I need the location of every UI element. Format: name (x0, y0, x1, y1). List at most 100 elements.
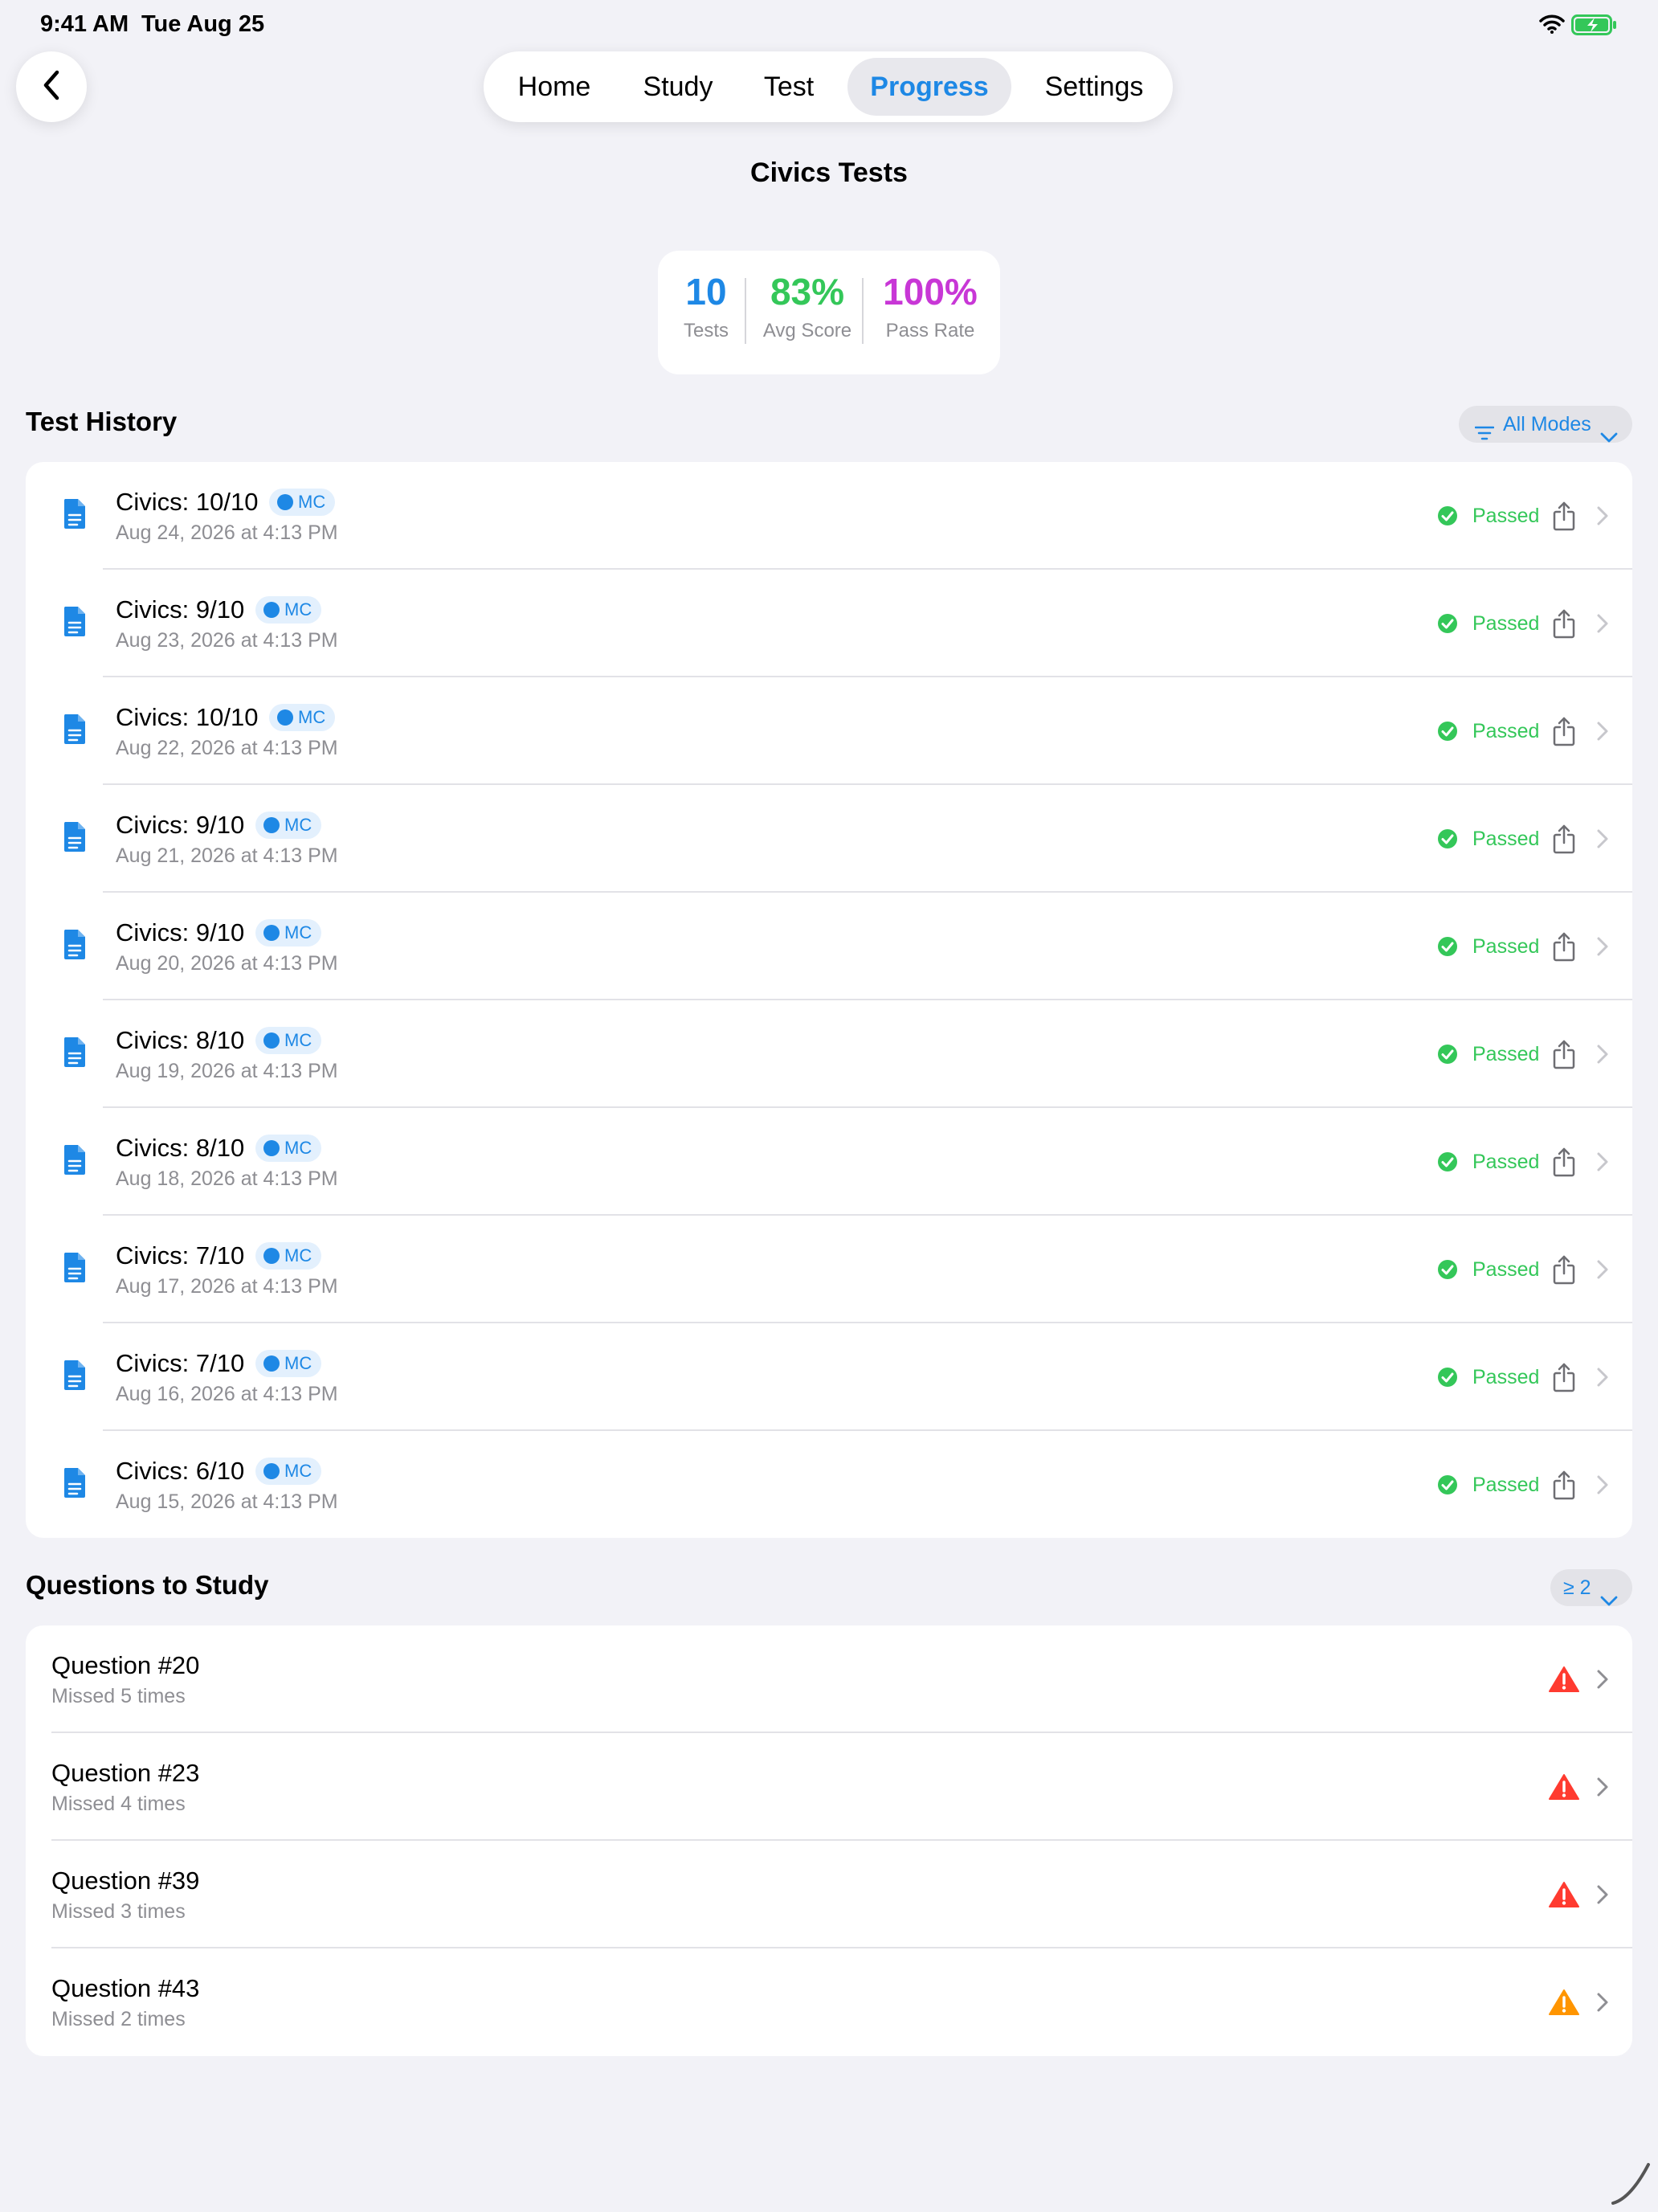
mode-dot-icon (263, 925, 280, 941)
mode-filter-button[interactable]: All Modes (1459, 406, 1632, 443)
test-history-row[interactable]: Civics: 8/10 MC Aug 18, 2026 at 4:13 PM Pas… (26, 1108, 1632, 1216)
document-icon (63, 1143, 87, 1180)
tab-settings[interactable]: Settings (1030, 58, 1158, 116)
test-title: Civics: 9/10 (116, 918, 245, 947)
status-label: Passed (1472, 1258, 1540, 1281)
warning-triangle-icon (1549, 1773, 1579, 1805)
questions-to-study-title: Questions to Study (26, 1570, 269, 1600)
missed-threshold-filter-button[interactable]: ≥ 2 (1550, 1569, 1632, 1606)
mode-badge: MC (255, 596, 322, 624)
question-title: Question #43 (51, 1974, 200, 2002)
mode-dot-icon (263, 1248, 280, 1264)
test-date: Aug 24, 2026 at 4:13 PM (116, 521, 338, 544)
document-icon (63, 1251, 87, 1287)
test-history-row[interactable]: Civics: 7/10 MC Aug 16, 2026 at 4:13 PM Pas… (26, 1323, 1632, 1431)
document-icon (63, 1036, 87, 1072)
question-row[interactable]: Question #43 Missed 2 times (26, 1948, 1632, 2056)
test-title: Civics: 7/10 (116, 1349, 245, 1377)
test-history-title: Test History (26, 407, 178, 436)
stat-divider (745, 278, 746, 344)
battery-charging-icon (1571, 14, 1618, 39)
mode-badge-label: MC (284, 1461, 312, 1481)
mode-filter-label: All Modes (1503, 413, 1591, 435)
test-history-list: Civics: 10/10 MC Aug 24, 2026 at 4:13 PM Pa… (26, 462, 1632, 1538)
missed-count: Missed 4 times (51, 1793, 186, 1815)
stat-tests-value: 10 (685, 271, 727, 313)
test-date: Aug 21, 2026 at 4:13 PM (116, 844, 338, 867)
test-date: Aug 19, 2026 at 4:13 PM (116, 1060, 338, 1082)
checkmark-circle-icon (1437, 828, 1458, 853)
chevron-right-icon (1596, 1367, 1609, 1392)
test-history-row[interactable]: Civics: 9/10 MC Aug 23, 2026 at 4:13 PM Pas… (26, 570, 1632, 677)
warning-triangle-icon (1549, 1989, 1579, 2020)
share-icon[interactable] (1552, 716, 1576, 750)
test-history-row[interactable]: Civics: 9/10 MC Aug 21, 2026 at 4:13 PM Pas… (26, 785, 1632, 893)
mode-badge-label: MC (298, 492, 326, 512)
chevron-right-icon (1596, 1992, 1609, 2017)
test-history-row[interactable]: Civics: 10/10 MC Aug 22, 2026 at 4:13 PM Pa… (26, 677, 1632, 785)
test-date: Aug 17, 2026 at 4:13 PM (116, 1275, 338, 1298)
mode-badge: MC (255, 812, 322, 839)
checkmark-circle-icon (1437, 1151, 1458, 1176)
filter-icon (1474, 416, 1495, 453)
test-history-row[interactable]: Civics: 9/10 MC Aug 20, 2026 at 4:13 PM Pas… (26, 893, 1632, 1000)
stats-summary-card: 10 Tests 83% Avg Score 100% Pass Rate (658, 251, 1000, 374)
chevron-right-icon (1596, 1044, 1609, 1069)
test-date: Aug 23, 2026 at 4:13 PM (116, 629, 338, 652)
mode-badge: MC (255, 919, 322, 947)
mode-dot-icon (277, 709, 293, 726)
share-icon[interactable] (1552, 931, 1576, 966)
test-title: Civics: 10/10 (116, 703, 259, 731)
stat-tests-label: Tests (683, 320, 729, 341)
test-history-row[interactable]: Civics: 10/10 MC Aug 24, 2026 at 4:13 PM Pa… (26, 462, 1632, 570)
status-time: 9:41 AM (40, 11, 129, 37)
missed-count: Missed 3 times (51, 1900, 186, 1923)
tab-study[interactable]: Study (628, 58, 728, 116)
test-date: Aug 15, 2026 at 4:13 PM (116, 1490, 338, 1513)
wifi-icon (1539, 14, 1565, 38)
chevron-down-icon (1600, 1582, 1618, 1619)
status-label: Passed (1472, 828, 1540, 850)
document-icon (63, 713, 87, 749)
share-icon[interactable] (1552, 1470, 1576, 1504)
back-button[interactable] (16, 51, 87, 122)
document-icon (63, 928, 87, 964)
question-title: Question #39 (51, 1867, 200, 1895)
chevron-down-icon (1600, 419, 1618, 456)
test-history-row[interactable]: Civics: 8/10 MC Aug 19, 2026 at 4:13 PM Pas… (26, 1000, 1632, 1108)
tab-progress[interactable]: Progress (847, 58, 1011, 116)
tab-home[interactable]: Home (504, 58, 604, 116)
question-row[interactable]: Question #20 Missed 5 times (26, 1625, 1632, 1733)
chevron-right-icon (1596, 936, 1609, 961)
question-row[interactable]: Question #39 Missed 3 times (26, 1841, 1632, 1948)
share-icon[interactable] (1552, 608, 1576, 643)
share-icon[interactable] (1552, 1147, 1576, 1181)
question-title: Question #20 (51, 1651, 200, 1679)
stat-pass-rate: 100% Pass Rate (868, 270, 992, 342)
status-label: Passed (1472, 1151, 1540, 1173)
test-history-row[interactable]: Civics: 7/10 MC Aug 17, 2026 at 4:13 PM Pas… (26, 1216, 1632, 1323)
status-date: Tue Aug 25 (141, 11, 265, 37)
question-row[interactable]: Question #23 Missed 4 times (26, 1733, 1632, 1841)
chevron-right-icon (1596, 828, 1609, 853)
share-icon[interactable] (1552, 1254, 1576, 1289)
share-icon[interactable] (1552, 501, 1576, 535)
chevron-right-icon (1596, 505, 1609, 530)
missed-count: Missed 5 times (51, 1685, 186, 1707)
share-icon[interactable] (1552, 1039, 1576, 1073)
stat-pass-rate-label: Pass Rate (885, 320, 975, 341)
stat-divider (862, 278, 864, 344)
share-icon[interactable] (1552, 824, 1576, 858)
mode-badge: MC (255, 1458, 322, 1485)
mode-dot-icon (263, 1355, 280, 1372)
mode-badge-label: MC (284, 1030, 312, 1050)
checkmark-circle-icon (1437, 505, 1458, 530)
test-title: Civics: 8/10 (116, 1134, 245, 1162)
share-icon[interactable] (1552, 1362, 1576, 1396)
mode-badge: MC (255, 1350, 322, 1377)
test-date: Aug 18, 2026 at 4:13 PM (116, 1167, 338, 1190)
test-history-row[interactable]: Civics: 6/10 MC Aug 15, 2026 at 4:13 PM Pas… (26, 1431, 1632, 1539)
tab-test[interactable]: Test (749, 58, 829, 116)
chevron-right-icon (1596, 1884, 1609, 1909)
stat-avg-score-label: Avg Score (762, 320, 852, 341)
